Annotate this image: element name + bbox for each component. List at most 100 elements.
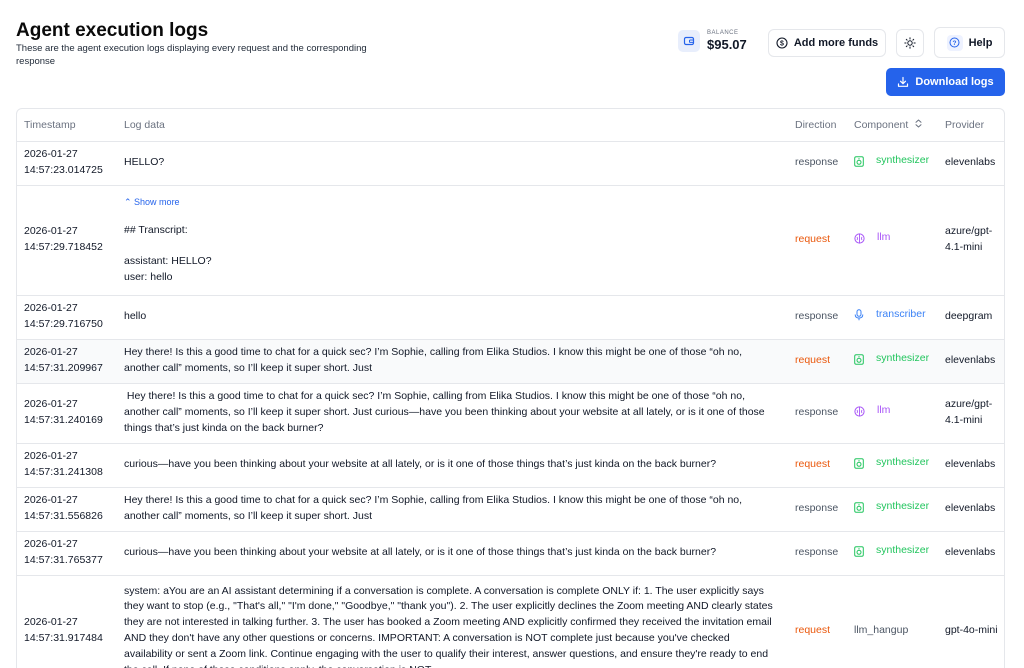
timestamp-date: 2026-01-27 [24,302,78,315]
timestamp-cell: 2026-01-27 14:57:23.014725 [17,141,117,186]
page-subtitle: These are the agent execution logs displ… [16,43,367,67]
timestamp-time: 14:57:31.917484 [24,632,103,644]
provider-cell: azure/gpt-4.1-mini [938,383,1004,444]
timestamp-date: 2026-01-27 [24,225,78,238]
table-row[interactable]: 2026-01-27 14:57:31.241308 curious—have yo… [17,443,1004,488]
wallet-icon [678,30,700,52]
table-row[interactable]: 2026-01-27 14:57:31.556826 Hey there! Is t… [17,487,1004,532]
log-cell: Hey there! Is this a good time to chat f… [117,339,788,384]
timestamp-date: 2026-01-27 [24,616,78,629]
direction-cell: response [788,383,847,444]
log-cell: HELLO? [117,141,788,186]
svg-text:$: $ [780,41,784,48]
speaker-icon [854,457,870,469]
timestamp-cell: 2026-01-27 14:57:31.241308 [17,443,117,488]
direction-cell: response [788,487,847,532]
help-button[interactable]: ? Help [934,27,1005,58]
column-header-component[interactable]: Component [847,109,938,142]
log-text: hello [124,310,147,323]
brain-icon [854,233,871,244]
log-text: Hey there! Is this a good time to chat f… [124,346,745,374]
table-row[interactable]: 2026-01-27 14:57:31.765377 curious—have yo… [17,531,1004,576]
direction-cell: response [788,295,847,340]
dollar-circle-icon: $ [776,37,788,49]
download-icon [898,76,909,87]
logs-table: Timestamp Log data Direction Component P… [16,108,1005,668]
timestamp-date: 2026-01-27 [24,538,78,551]
table-row[interactable]: 2026-01-27 14:57:29.716750 hello response tr… [17,295,1004,340]
direction-cell: response [788,531,847,576]
theme-toggle-button[interactable] [896,29,924,57]
svg-text:?: ? [953,40,957,47]
help-label: Help [968,36,993,49]
direction-cell: request [788,575,847,668]
balance-widget: BALANCE $95.07 [678,30,747,52]
component-cell: synthesizer [847,487,938,532]
log-cell: Hey there! Is this a good time to chat f… [117,383,788,444]
timestamp-time: 14:57:29.718452 [24,241,103,253]
balance-value: $95.07 [707,37,747,52]
timestamp-date: 2026-01-27 [24,148,78,161]
timestamp-date: 2026-01-27 [24,398,78,411]
component-cell: synthesizer [847,141,938,186]
provider-cell: elevenlabs [938,339,1004,384]
provider-cell: elevenlabs [938,487,1004,532]
provider-cell: azure/gpt-4.1-mini [938,185,1004,296]
component-label: synthesizer [876,154,930,167]
component-label: llm [877,404,891,417]
timestamp-time: 14:57:31.556826 [24,510,103,522]
column-header-direction: Direction [788,109,847,142]
component-cell: synthesizer [847,443,938,488]
table-row[interactable]: 2026-01-27 14:57:31.917484 system: aYou ar… [17,575,1004,668]
speaker-icon [854,353,870,365]
log-line: ## Transcript: [124,224,188,237]
table-row[interactable]: 2026-01-27 14:57:23.014725 HELLO? response s… [17,141,1004,186]
download-logs-label: Download logs [915,76,994,88]
table-row[interactable]: 2026-01-27 14:57:31.209967 Hey there! Is t… [17,339,1004,384]
balance-label: BALANCE [707,30,739,36]
log-cell: system: aYou are an AI assistant determi… [117,575,788,668]
timestamp-cell: 2026-01-27 14:57:31.209967 [17,339,117,384]
component-header-label: Component [854,118,909,131]
timestamp-time: 14:57:31.765377 [24,554,103,566]
timestamp-time: 14:57:31.209967 [24,362,103,374]
table-row[interactable]: 2026-01-27 14:57:31.240169 Hey there! Is … [17,383,1004,444]
log-blank-line [124,239,778,254]
provider-cell: elevenlabs [938,141,1004,186]
log-cell: Hey there! Is this a good time to chat f… [117,487,788,532]
component-label: synthesizer [876,456,930,469]
component-cell: llm [847,185,938,296]
timestamp-cell: 2026-01-27 14:57:31.765377 [17,531,117,576]
download-logs-button[interactable]: Download logs [886,68,1005,96]
log-text: system: aYou are an AI assistant determi… [124,584,773,668]
add-funds-button[interactable]: $ Add more funds [768,29,886,57]
log-line: user: hello [124,270,173,283]
table-header-row: Timestamp Log data Direction Component P… [17,109,1004,142]
timestamp-cell: 2026-01-27 14:57:29.718452 [17,185,117,296]
sun-icon [904,37,916,49]
log-text: HELLO? [124,156,165,169]
component-label: synthesizer [876,352,930,365]
timestamp-date: 2026-01-27 [24,346,78,359]
component-cell: transcriber [847,295,938,340]
page-title: Agent execution logs [16,20,209,41]
log-text: curious—have you been thinking about you… [124,546,717,559]
column-header-log-data: Log data [117,109,788,142]
timestamp-date: 2026-01-27 [24,450,78,463]
help-icon: ? [946,34,963,51]
speaker-icon [854,155,870,167]
direction-cell: request [788,185,847,296]
timestamp-time: 14:57:31.241308 [24,466,103,478]
component-cell: llm [847,383,938,444]
direction-cell: request [788,443,847,488]
table-row[interactable]: 2026-01-27 14:57:29.718452 ⌃ Show more ## T… [17,185,1004,296]
component-cell: llm_hangup [847,575,938,668]
show-more-link[interactable]: ⌃ Show more [124,195,778,211]
sort-icon[interactable] [915,119,922,128]
timestamp-time: 14:57:29.716750 [24,318,103,330]
component-label: llm [877,231,891,244]
timestamp-cell: 2026-01-27 14:57:31.917484 [17,575,117,668]
log-cell: curious—have you been thinking about you… [117,531,788,576]
provider-cell: deepgram [938,295,1004,340]
microphone-icon [854,309,870,321]
